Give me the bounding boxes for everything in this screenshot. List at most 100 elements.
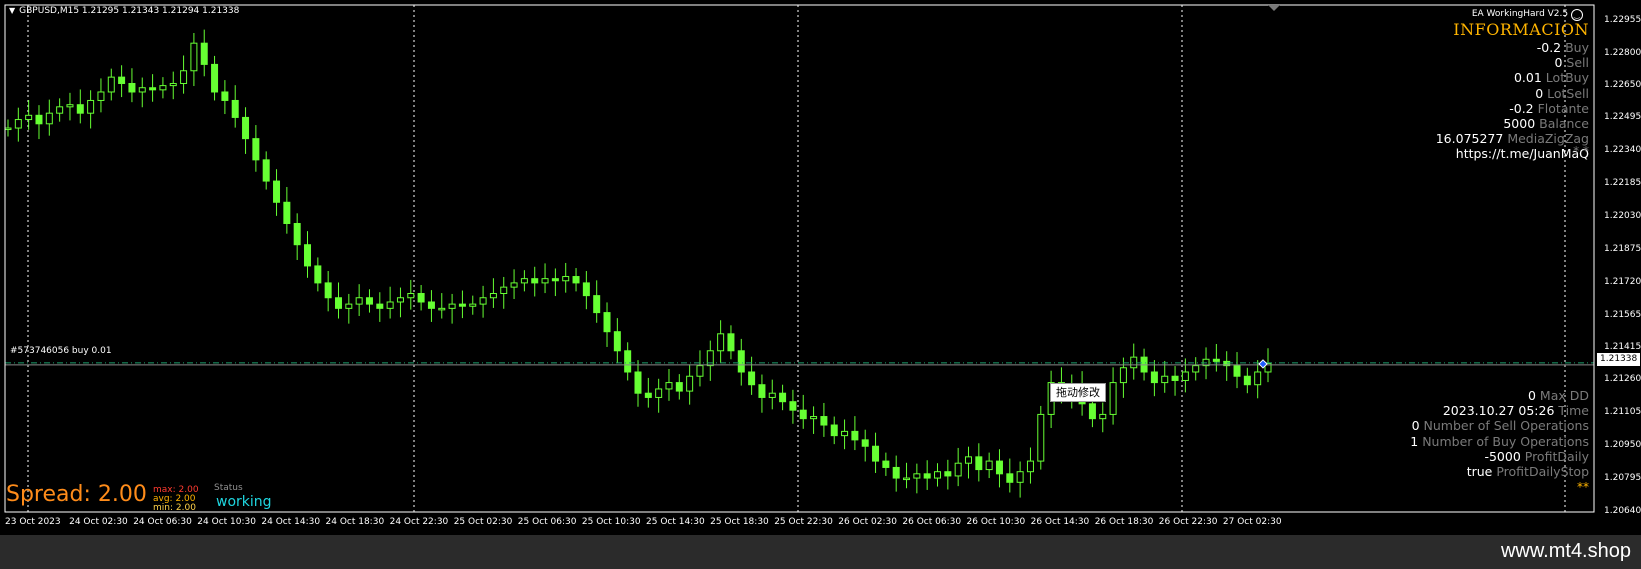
scroll-marker-icon[interactable] <box>1268 5 1280 11</box>
candle-body <box>675 382 683 392</box>
time-tick: 24 Oct 10:30 <box>197 517 256 527</box>
candle-body <box>1016 471 1024 483</box>
info-row-key: Balance <box>1535 116 1589 131</box>
candle-body <box>407 293 415 299</box>
ea-title[interactable]: EA WorkingHard V2.5 ‿ <box>1472 8 1583 21</box>
candle-body <box>1109 382 1117 415</box>
price-tick: 1.22030 <box>1604 211 1641 222</box>
candle-body <box>655 388 663 398</box>
candle-body <box>1099 413 1107 420</box>
candle-body <box>138 87 146 93</box>
candle-body <box>975 456 983 471</box>
price-tick: 1.21565 <box>1604 309 1641 320</box>
candle-body <box>448 303 456 309</box>
candle-body <box>1212 358 1220 362</box>
time-tick: 25 Oct 02:30 <box>453 517 513 527</box>
candle-body <box>1037 413 1045 462</box>
time-tick: 26 Oct 22:30 <box>1158 517 1218 527</box>
info-row: -0.2 Flotante <box>1509 102 1589 116</box>
candle-body <box>97 91 105 101</box>
candle-body <box>882 460 890 468</box>
candle-body <box>252 138 260 161</box>
info-row-key: ProfitDaily <box>1520 448 1589 464</box>
candle-body <box>262 159 270 182</box>
candle-body <box>190 42 198 72</box>
candle-body <box>562 276 570 282</box>
candle-body <box>365 297 373 305</box>
candle-body <box>789 401 797 411</box>
stats-stars: ** <box>1577 480 1589 494</box>
price-tick: 1.20950 <box>1604 440 1641 451</box>
candle-body <box>954 462 962 477</box>
info-heading: INFORMACION <box>1453 20 1589 39</box>
candle-body <box>458 303 466 307</box>
time-tick: 24 Oct 18:30 <box>325 517 385 527</box>
candle-body <box>45 112 53 125</box>
price-chart[interactable] <box>0 0 1641 535</box>
candle-body <box>479 297 487 305</box>
info-row: -5000 ProfitDaily <box>1484 448 1589 464</box>
info-row: 0 Sell <box>1555 56 1590 70</box>
candle-body <box>211 63 219 93</box>
candle-body <box>1161 375 1169 384</box>
symbol-info[interactable]: ▼ GBPUSD,M15 1.21295 1.21343 1.21294 1.21… <box>9 7 239 16</box>
status-value: working <box>216 494 272 510</box>
candle-body <box>128 82 136 93</box>
info-row: true ProfitDailyStop <box>1466 464 1589 479</box>
info-row-key: ProfitDailyStop <box>1492 464 1589 479</box>
price-tick: 1.21720 <box>1604 276 1641 287</box>
price-tick: 1.21260 <box>1604 374 1641 385</box>
candle-body <box>696 365 704 377</box>
info-row-key: Max DD <box>1535 388 1589 403</box>
info-row: 0 LotSell <box>1535 87 1589 101</box>
candle-body <box>768 392 776 398</box>
candle-body <box>531 278 539 284</box>
info-row: 2023.10.27 05:26 Time <box>1442 403 1589 419</box>
info-row-value: 0 <box>1411 418 1420 434</box>
candle-body <box>923 473 931 479</box>
candle-body <box>1233 365 1241 377</box>
candle-body <box>1006 473 1014 483</box>
info-row-value: 5000 <box>1503 116 1536 131</box>
candle-body <box>396 297 404 303</box>
candle-body <box>686 375 694 392</box>
candle-body <box>1243 375 1251 386</box>
candle-body <box>1171 375 1179 381</box>
time-tick: 26 Oct 14:30 <box>1030 517 1090 527</box>
candle-body <box>25 114 33 121</box>
candle-body <box>520 278 528 284</box>
time-tick: 24 Oct 06:30 <box>133 517 192 527</box>
candle-body <box>872 445 880 462</box>
price-tick: 1.21875 <box>1604 244 1641 254</box>
candle-body <box>841 430 849 437</box>
candle-body <box>345 303 353 309</box>
time-tick: 26 Oct 06:30 <box>902 517 962 527</box>
candle-body <box>169 82 177 87</box>
info-row: -0.2 Buy <box>1536 40 1589 55</box>
order-label[interactable]: #573746056 buy 0.01 <box>10 347 112 356</box>
candle-body <box>417 293 425 303</box>
candle-body <box>727 333 735 352</box>
info-row-value: -0.2 <box>1536 40 1562 55</box>
footer-brand: www.mt4.shop <box>1500 540 1631 562</box>
time-tick: 26 Oct 02:30 <box>838 517 897 527</box>
candle-body <box>717 333 725 352</box>
candle-body <box>200 42 208 65</box>
grid-layer <box>27 5 1566 512</box>
time-tick: 23 Oct 2023 <box>5 517 61 527</box>
info-row-value: true <box>1466 464 1493 479</box>
spread-label: Spread: 2.00 <box>6 482 147 507</box>
info-row-key: Number of Buy Operations <box>1418 433 1589 449</box>
candle-body <box>1130 356 1138 369</box>
candle-body <box>737 350 745 373</box>
candle-body <box>242 116 250 140</box>
price-tick: 1.20795 <box>1604 473 1641 484</box>
info-row-key: Time <box>1554 403 1589 419</box>
info-row-value: 2023.10.27 05:26 <box>1442 403 1555 419</box>
dropdown-triangle-icon[interactable]: ▼ <box>9 6 15 15</box>
chart-frame <box>4 4 1595 513</box>
candle-body <box>820 416 828 426</box>
current-price-label: 1.21338 <box>1597 353 1641 366</box>
chart-window[interactable]: ▼ GBPUSD,M15 1.21295 1.21343 1.21294 1.21… <box>0 0 1641 535</box>
time-tick: 24 Oct 22:30 <box>389 517 449 527</box>
